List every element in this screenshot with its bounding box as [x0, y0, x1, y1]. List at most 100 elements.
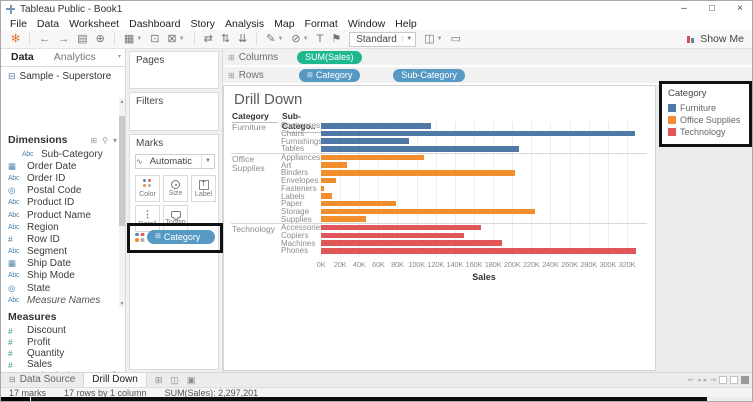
menu-analysis[interactable]: Analysis	[220, 18, 269, 30]
field-sales[interactable]: # Sales	[1, 359, 119, 370]
sort-ascending-icon[interactable]: ⇅	[217, 31, 234, 47]
presentation-mode-icon[interactable]: ▭	[447, 31, 465, 47]
field-ship-date[interactable]: ▦ Ship Date	[1, 258, 119, 270]
view-grid-icon[interactable]: ⊞	[90, 136, 97, 145]
columns-shelf[interactable]: ⊞ Columns SUM(Sales)	[223, 49, 752, 66]
field-order-id[interactable]: Abc Order ID	[1, 172, 119, 184]
tab-data[interactable]: Data	[1, 49, 44, 66]
tab-nav-last-icon[interactable]: ⇥	[710, 376, 716, 384]
field-postal-code[interactable]: ◎ Postal Code	[1, 185, 119, 197]
tab-nav-next-icon[interactable]: ▸	[704, 376, 708, 384]
show-sheet-tile[interactable]	[741, 376, 749, 384]
tab-nav-prev-icon[interactable]: ◂	[697, 376, 701, 384]
dimensions-scrollbar[interactable]: ▲ ▼	[119, 98, 125, 308]
bar-bookcases[interactable]	[321, 123, 431, 129]
new-story-icon[interactable]: ▣	[187, 375, 196, 386]
bar-binders[interactable]	[321, 170, 516, 176]
field-segment[interactable]: Abc Segment	[1, 246, 119, 258]
tab-nav-first-icon[interactable]: ⇤	[688, 376, 694, 384]
show-tabs-tile[interactable]	[719, 376, 727, 384]
bar-paper[interactable]	[321, 200, 396, 207]
pages-card[interactable]: Pages	[129, 51, 219, 89]
scroll-up-icon[interactable]: ▲	[119, 99, 125, 105]
bar-art[interactable]	[321, 162, 347, 168]
bar-supplies[interactable]	[321, 216, 366, 222]
field-profit[interactable]: # Profit	[1, 336, 119, 348]
field-row-id[interactable]: # Row ID	[1, 233, 119, 245]
field-discount[interactable]: # Discount	[1, 325, 119, 336]
pane-menu-icon[interactable]: ▾	[118, 49, 125, 66]
field-ship-mode[interactable]: Abc Ship Mode	[1, 270, 119, 282]
undo-icon[interactable]: ←	[35, 31, 54, 47]
redo-icon[interactable]: →	[54, 31, 73, 47]
legend-item-technology[interactable]: Technology	[668, 126, 743, 138]
close-button[interactable]: ×	[726, 1, 752, 17]
menu-file[interactable]: File	[5, 18, 32, 30]
bar-storage[interactable]	[321, 208, 536, 215]
minimize-button[interactable]: –	[670, 1, 698, 17]
show-mark-labels-icon[interactable]: T	[313, 31, 328, 47]
scroll-down-icon[interactable]: ▼	[119, 301, 125, 307]
sort-descending-icon[interactable]: ⇊	[234, 31, 251, 47]
pill-category[interactable]: ⊞ Category	[299, 68, 361, 82]
field-quantity[interactable]: # Quantity	[1, 348, 119, 359]
field-state[interactable]: ◎ State	[1, 282, 119, 294]
bar-phones[interactable]	[321, 248, 637, 254]
field-region[interactable]: Abc Region	[1, 221, 119, 233]
pill-sum-sales[interactable]: SUM(Sales)	[297, 50, 362, 64]
new-dashboard-icon[interactable]: ◫	[170, 375, 179, 386]
tab-drill-down[interactable]: Drill Down	[83, 373, 147, 387]
bar-tables[interactable]	[321, 146, 519, 152]
menu-window[interactable]: Window	[343, 18, 390, 30]
pill-sub-category[interactable]: Sub-Category	[393, 68, 465, 82]
field-product-name[interactable]: Abc Product Name	[1, 209, 119, 221]
marks-button-label[interactable]: T Label	[191, 175, 216, 202]
show-me-button[interactable]: Show Me	[687, 33, 748, 45]
marks-button-color[interactable]: Color	[135, 175, 160, 202]
mark-type-dropdown[interactable]: ∿ Automatic ▼	[135, 154, 215, 169]
menu-worksheet[interactable]: Worksheet	[64, 18, 124, 30]
bar-machines[interactable]	[321, 240, 502, 246]
menu-dashboard[interactable]: Dashboard	[124, 18, 185, 30]
field-measure-names[interactable]: Abc Measure Names	[1, 294, 119, 306]
bar-chairs[interactable]	[321, 130, 635, 137]
group-members-icon[interactable]: ⊘ ▼	[287, 31, 312, 47]
fit-mode-select[interactable]: Standard ▼	[349, 31, 417, 47]
show-filmstrip-tile[interactable]	[730, 376, 738, 384]
clear-sheet-icon[interactable]: ⊠ ▼	[163, 31, 188, 47]
bar-fasteners[interactable]	[321, 185, 324, 191]
show-hide-cards-icon[interactable]: ◫ ▼	[420, 31, 446, 47]
field-order-date[interactable]: ▦ Order Date	[1, 160, 119, 172]
find-field-icon[interactable]: ⚲	[102, 136, 108, 145]
filters-card[interactable]: Filters	[129, 92, 219, 131]
tab-data-source[interactable]: ⊟ Data Source	[1, 373, 83, 387]
fix-axes-icon[interactable]: ⚑	[327, 31, 345, 47]
menu-help[interactable]: Help	[390, 18, 422, 30]
bar-envelopes[interactable]	[321, 177, 337, 184]
new-worksheet-icon[interactable]: ⊞	[155, 375, 163, 386]
bar-furnishings[interactable]	[321, 138, 409, 144]
tab-analytics[interactable]: Analytics	[44, 49, 106, 66]
bar-labels[interactable]	[321, 193, 333, 199]
legend-item-office-supplies[interactable]: Office Supplies	[668, 114, 743, 126]
tableau-logo-icon[interactable]: ✻	[7, 31, 24, 47]
field-sub-category[interactable]: Abc Sub-Category	[1, 148, 119, 160]
new-data-source-icon[interactable]: ⊕	[92, 31, 109, 47]
highlight-icon[interactable]: ✎ ▼	[262, 31, 287, 47]
scroll-thumb[interactable]	[119, 116, 125, 226]
menu-story[interactable]: Story	[185, 18, 220, 30]
new-worksheet-icon[interactable]: ▦ ▼	[120, 31, 146, 47]
bar-copiers[interactable]	[321, 232, 465, 239]
marks-button-size[interactable]: Size	[163, 175, 188, 202]
duplicate-sheet-icon[interactable]: ⊡	[146, 31, 163, 47]
bar-appliances[interactable]	[321, 154, 425, 161]
swap-rows-columns-icon[interactable]: ⇄	[200, 31, 217, 47]
save-icon[interactable]: ▤	[73, 31, 91, 47]
bar-accessories[interactable]	[321, 224, 481, 231]
field-product-id[interactable]: Abc Product ID	[1, 197, 119, 209]
menu-map[interactable]: Map	[269, 18, 299, 30]
menu-data[interactable]: Data	[32, 18, 64, 30]
menu-format[interactable]: Format	[300, 18, 343, 30]
data-source-item[interactable]: ⊟ Sample - Superstore	[1, 68, 125, 84]
maximize-button[interactable]: □	[698, 1, 726, 17]
